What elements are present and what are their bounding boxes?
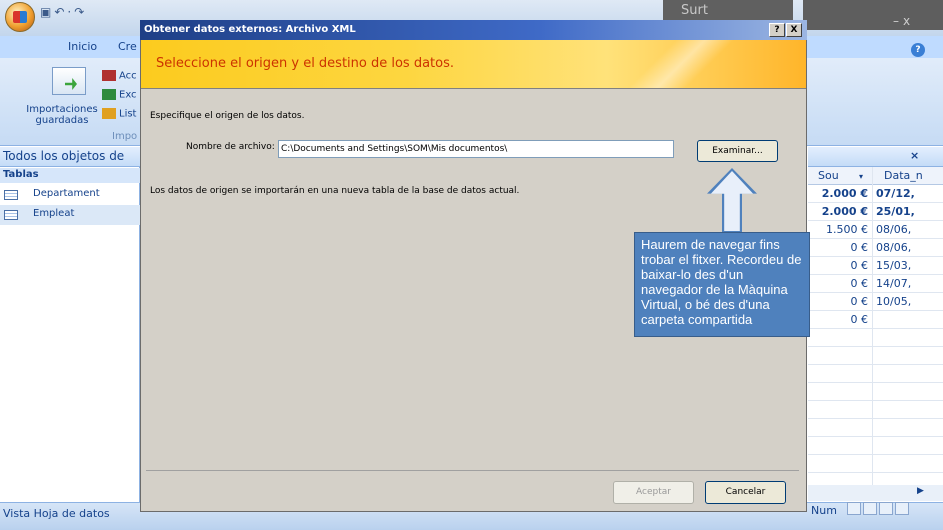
tab-inicio[interactable]: Inicio — [68, 40, 97, 53]
access-icon — [102, 70, 116, 81]
dialog-footer-divider — [146, 470, 799, 471]
table-row[interactable]: 2.000 € 25/01, — [808, 203, 943, 221]
browse-button[interactable]: Examinar... — [697, 140, 778, 162]
overlay-title: Surt — [663, 0, 793, 20]
scroll-right-icon[interactable]: ▶ — [917, 486, 924, 496]
list-import-button[interactable]: List — [102, 108, 136, 120]
dialog-close-button[interactable]: X — [786, 23, 802, 37]
cell-sou[interactable]: 1.500 € — [808, 223, 872, 236]
excel-import-button[interactable]: Exc — [102, 89, 137, 101]
undo-icon[interactable]: ↶ — [54, 5, 67, 19]
saved-imports-label[interactable]: Importaciones guardadas — [22, 104, 102, 126]
dialog-title: Obtener datos externos: Archivo XML — [140, 20, 807, 40]
nav-item-departament[interactable]: Departament — [0, 185, 140, 205]
banner-divider — [141, 88, 806, 89]
cell-data-n[interactable]: 14/07, — [876, 277, 911, 290]
dialog-help-button[interactable]: ? — [769, 23, 785, 37]
table-row[interactable]: 0 € 14/07, — [808, 275, 943, 293]
table-row[interactable]: 2.000 € 07/12, — [808, 185, 943, 203]
empty-row — [808, 329, 943, 347]
datasheet-tab-bar — [808, 147, 943, 167]
num-lock-indicator: Num — [811, 504, 837, 517]
cell-data-n[interactable]: 07/12, — [876, 187, 915, 200]
close-datasheet-icon[interactable]: × — [910, 149, 919, 162]
pivot-table-view-icon[interactable] — [863, 502, 877, 515]
window-controls[interactable]: –x — [893, 14, 914, 28]
cell-data-n[interactable]: 10/05, — [876, 295, 911, 308]
import-note-text: Los datos de origen se importarán en una… — [150, 186, 520, 196]
filename-label: Nombre de archivo: — [186, 142, 275, 152]
title-bar-dark-region — [803, 0, 943, 30]
empty-row — [808, 437, 943, 455]
datasheet-view-icon[interactable] — [847, 502, 861, 515]
table-icon — [4, 210, 18, 220]
tab-crear[interactable]: Cre — [118, 40, 137, 53]
table-icon — [4, 190, 18, 200]
minimize-icon[interactable]: – — [893, 14, 903, 28]
column-dropdown-icon[interactable]: ▾ — [859, 172, 863, 181]
cell-sou[interactable]: 0 € — [808, 241, 872, 254]
list-icon — [102, 108, 116, 119]
cell-data-n[interactable]: 08/06, — [876, 223, 911, 236]
empty-row — [808, 401, 943, 419]
table-row[interactable]: 0 € 15/03, — [808, 257, 943, 275]
close-window-icon[interactable]: x — [903, 14, 914, 28]
pivot-chart-view-icon[interactable] — [879, 502, 893, 515]
column-header-data[interactable]: Data_n — [884, 169, 923, 182]
quick-access-toolbar[interactable]: ▣↶·↷ — [40, 5, 87, 19]
annotation-callout: Haurem de navegar fins trobar el fitxer.… — [634, 232, 810, 337]
filename-input[interactable]: C:\Documents and Settings\SOM\Mis docume… — [278, 140, 674, 158]
empty-row — [808, 365, 943, 383]
empty-row — [808, 455, 943, 473]
table-row[interactable]: 0 € — [808, 311, 943, 329]
nav-pane-header[interactable]: Todos los objetos de — [0, 147, 140, 167]
dialog-banner-text: Seleccione el origen y el destino de los… — [156, 56, 455, 71]
design-view-icon[interactable] — [895, 502, 909, 515]
excel-icon — [102, 89, 116, 100]
accept-button[interactable]: Aceptar — [613, 481, 694, 504]
empty-row — [808, 347, 943, 365]
table-row[interactable]: 0 € 10/05, — [808, 293, 943, 311]
help-icon[interactable]: ? — [911, 43, 925, 57]
saved-imports-icon[interactable] — [52, 67, 86, 95]
cell-sou[interactable]: 0 € — [808, 313, 872, 326]
cancel-button[interactable]: Cancelar — [705, 481, 786, 504]
nav-item-empleat[interactable]: Empleat — [0, 205, 140, 225]
office-button[interactable] — [5, 2, 35, 32]
nav-group-tablas[interactable]: Tablas — [0, 168, 140, 183]
specify-source-text: Especifique el origen de los datos. — [150, 111, 305, 121]
cell-data-n[interactable]: 25/01, — [876, 205, 915, 218]
redo-icon[interactable]: ↷ — [74, 5, 87, 19]
cell-sou[interactable]: 2.000 € — [808, 205, 872, 218]
ribbon-group-label: Impo — [112, 131, 138, 142]
cell-sou[interactable]: 0 € — [808, 295, 872, 308]
access-import-button[interactable]: Acc — [102, 70, 137, 82]
cell-data-n[interactable]: 15/03, — [876, 259, 911, 272]
empty-row — [808, 383, 943, 401]
status-view-label: Vista Hoja de datos — [3, 507, 110, 520]
empty-row — [808, 419, 943, 437]
save-icon[interactable]: ▣ — [40, 5, 54, 19]
cell-data-n[interactable]: 08/06, — [876, 241, 911, 254]
column-header-sou[interactable]: Sou — [818, 169, 839, 182]
cell-sou[interactable]: 2.000 € — [808, 187, 872, 200]
cell-sou[interactable]: 0 € — [808, 277, 872, 290]
table-row[interactable]: 0 € 08/06, — [808, 239, 943, 257]
cell-sou[interactable]: 0 € — [808, 259, 872, 272]
table-row[interactable]: 1.500 € 08/06, — [808, 221, 943, 239]
